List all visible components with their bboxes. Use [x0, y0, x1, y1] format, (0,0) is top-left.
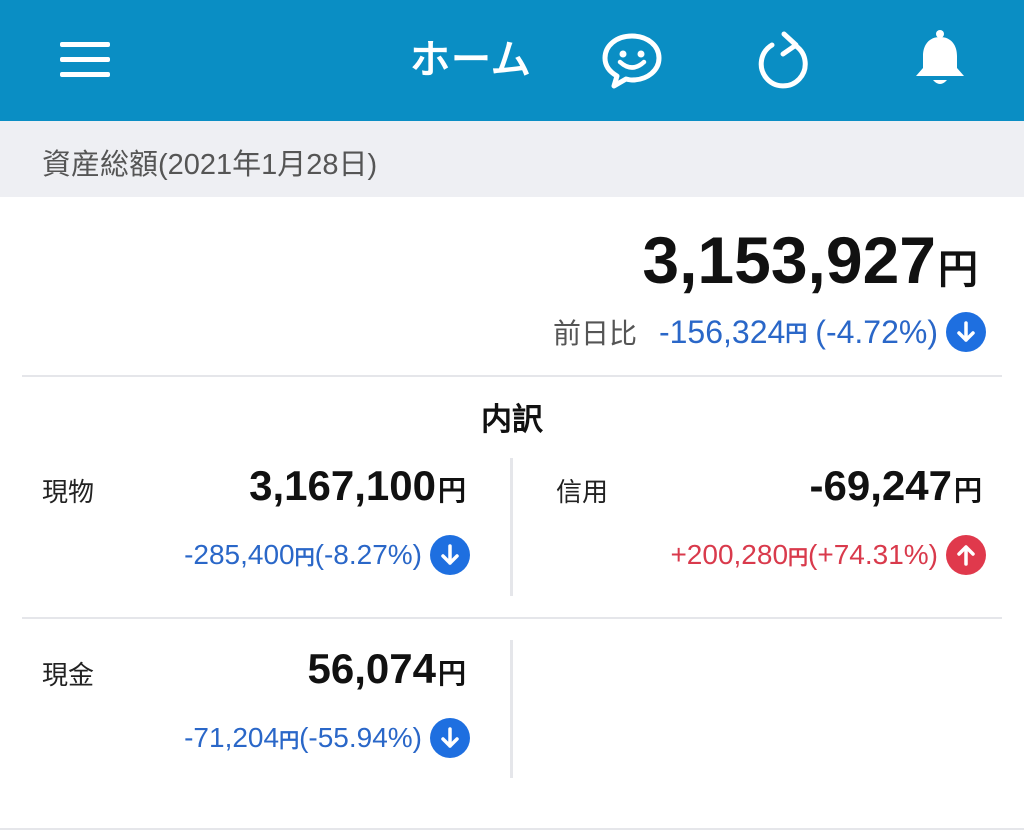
arrow-up-icon: [946, 535, 986, 575]
currency-unit: 円: [437, 474, 466, 507]
breakdown-change-cash: -71,204 円 (-55.94%): [184, 716, 470, 760]
currency-unit: 円: [294, 544, 315, 569]
page-title: ホーム: [410, 37, 532, 83]
change-value: -71,204: [184, 722, 280, 753]
app-root: ホーム 資産総額(2021年1月28日) 3,153,927 円 前日比 -15…: [0, 0, 1024, 834]
day-change-row: 前日比 -156,324 円 (-4.72%): [553, 308, 986, 356]
currency-unit: 円: [785, 322, 808, 347]
change-value: +200,280: [670, 539, 789, 570]
menu-icon[interactable]: [56, 38, 112, 82]
section-header: 資産総額(2021年1月28日): [0, 121, 1024, 197]
day-change-label: 前日比: [552, 317, 637, 350]
breakdown-change-cash-stock: -285,400 円 (-8.27%): [184, 533, 470, 577]
total-assets-label: 資産総額(2021年1月28日): [42, 149, 378, 181]
currency-unit: 円: [788, 544, 809, 569]
change-percent: (-55.94%): [299, 722, 422, 753]
divider: [22, 617, 1002, 619]
breakdown-title: 内訳: [481, 402, 543, 438]
refresh-icon[interactable]: [752, 28, 816, 92]
breakdown-amount-margin: -69,247 円: [810, 462, 982, 510]
top-app-bar: ホーム: [0, 0, 1024, 121]
divider: [22, 375, 1002, 377]
chat-smile-icon[interactable]: [600, 28, 664, 92]
column-divider: [510, 640, 513, 778]
amount-value: -69,247: [809, 462, 952, 509]
total-assets: 3,153,927 円: [642, 222, 978, 298]
day-change-percent: (-4.72%): [815, 313, 938, 350]
arrow-down-icon: [430, 535, 470, 575]
amount-value: 56,074: [307, 645, 436, 692]
total-amount: 3,153,927: [642, 223, 936, 297]
arrow-down-icon: [946, 312, 986, 352]
breakdown-change-margin: +200,280 円 (+74.31%): [670, 533, 986, 577]
change-percent: (-8.27%): [314, 539, 422, 570]
day-change-amount: -156,324: [658, 313, 786, 350]
bell-icon[interactable]: [908, 28, 972, 92]
change-value: -285,400: [184, 539, 295, 570]
amount-value: 3,167,100: [249, 462, 436, 509]
currency-unit: 円: [437, 657, 466, 690]
divider: [0, 828, 1024, 830]
breakdown-label-cash: 現金: [42, 661, 95, 691]
breakdown-amount-cash: 56,074 円: [308, 645, 466, 693]
breakdown-label-cash-stock: 現物: [42, 478, 95, 508]
arrow-down-icon: [430, 718, 470, 758]
currency-unit: 円: [279, 727, 300, 752]
currency-unit: 円: [938, 247, 978, 293]
column-divider: [510, 458, 513, 596]
change-percent: (+74.31%): [808, 539, 938, 570]
breakdown-amount-cash-stock: 3,167,100 円: [249, 462, 466, 510]
breakdown-label-margin: 信用: [556, 478, 609, 508]
currency-unit: 円: [953, 474, 982, 507]
